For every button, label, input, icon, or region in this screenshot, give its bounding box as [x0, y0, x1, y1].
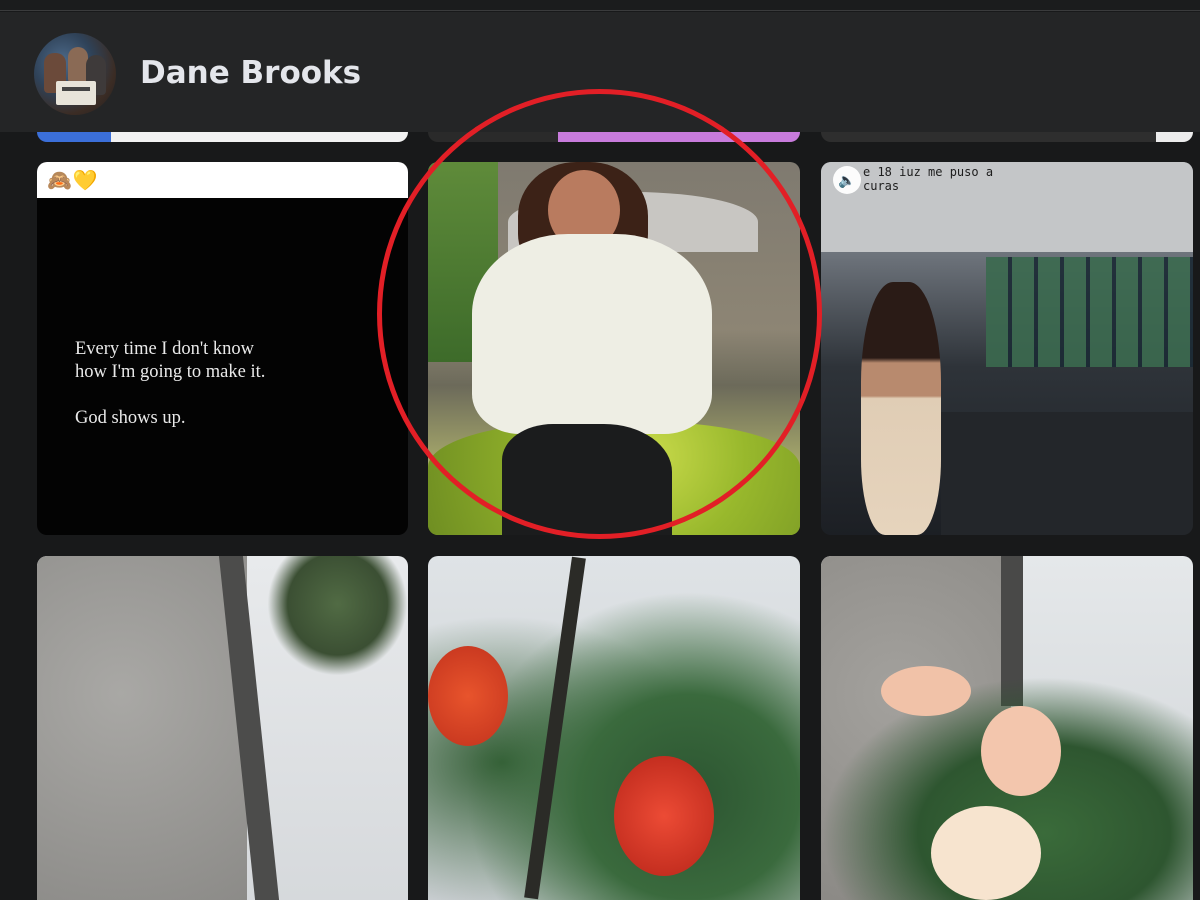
previous-row-tile[interactable]: [37, 132, 408, 142]
previous-row-tile[interactable]: [821, 132, 1193, 142]
photo-pink-flower: [931, 806, 1041, 900]
video-caption: e 18 iuz me puso a curas: [863, 165, 993, 193]
post-header-bar: 🙈💛: [37, 162, 408, 198]
photo-red-flower: [428, 646, 508, 746]
photo-wall: [37, 556, 247, 900]
photo-tile-red-flowers[interactable]: [428, 556, 800, 900]
photo-pink-flower: [881, 666, 971, 716]
photo-monitor-wall: [986, 257, 1193, 367]
caption-line: e 18 iuz me puso a: [863, 165, 994, 179]
post-closing-line: God shows up.: [75, 408, 186, 428]
post-line: Every time I don't know: [75, 339, 255, 359]
photo-pink-flower: [981, 706, 1061, 796]
red-circle-annotation: [377, 89, 822, 539]
emoji-header: 🙈💛: [47, 168, 99, 192]
avatar-sign-text: [62, 87, 90, 91]
profile-name[interactable]: Dane Brooks: [140, 55, 361, 91]
window-top-edge: [0, 0, 1200, 11]
photo-tile-wall[interactable]: [37, 556, 408, 900]
post-line: how I'm going to make it.: [75, 362, 266, 382]
video-tile-studio[interactable]: 🔈 e 18 iuz me puso a curas: [821, 162, 1193, 535]
caption-line: curas: [863, 179, 900, 193]
avatar[interactable]: [34, 33, 116, 115]
photo-desk: [941, 412, 1193, 535]
photo-tile-pink-flowers[interactable]: [821, 556, 1193, 900]
post-message: Every time I don't know how I'm going to…: [75, 338, 375, 453]
avatar-figure: [68, 47, 88, 83]
speaker-icon[interactable]: 🔈: [833, 166, 861, 194]
photo-tile-text-post[interactable]: 🙈💛 Every time I don't know how I'm going…: [37, 162, 408, 535]
photo-red-flower: [614, 756, 714, 876]
photo-fronds: [267, 556, 408, 676]
photo-person: [861, 282, 941, 535]
avatar-sign: [56, 81, 96, 105]
